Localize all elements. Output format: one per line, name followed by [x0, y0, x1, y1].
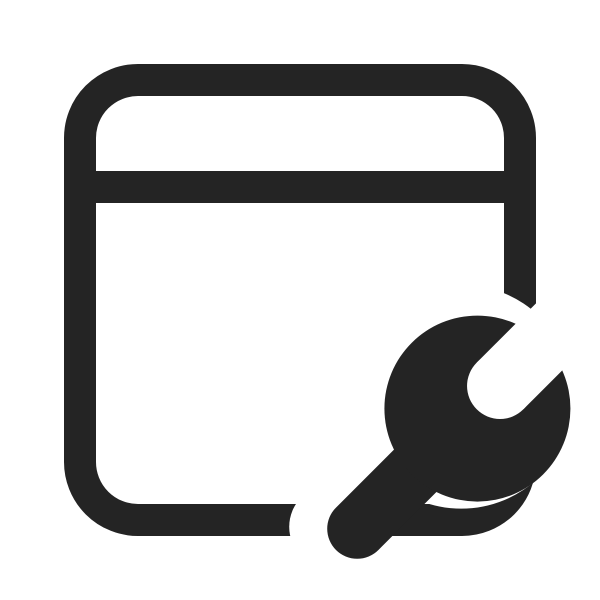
app-window-wrench-icon — [64, 64, 600, 559]
icon-canvas — [0, 0, 600, 600]
wrench-icon — [327, 284, 600, 559]
